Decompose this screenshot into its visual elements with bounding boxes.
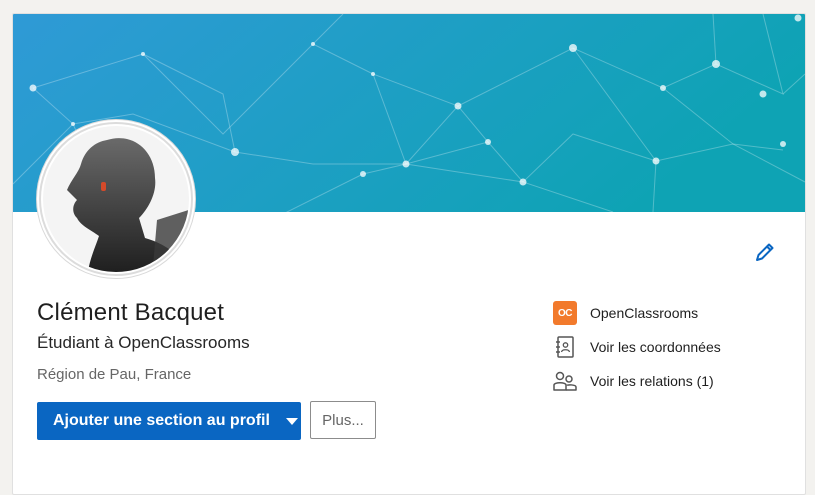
sidebar-item-contact-info[interactable]: Voir les coordonnées	[552, 334, 721, 360]
sidebar-item-company[interactable]: OC OpenClassrooms	[552, 300, 698, 326]
openclassrooms-logo: OC	[553, 301, 577, 325]
sidebar-item-connections[interactable]: Voir les relations (1)	[552, 368, 714, 394]
more-button[interactable]: Plus...	[310, 401, 376, 439]
add-profile-section-button[interactable]: Ajouter une section au profil	[37, 402, 301, 440]
company-logo-wrapper: OC	[552, 300, 578, 326]
profile-card: Clément Bacquet Étudiant à OpenClassroom…	[12, 13, 806, 495]
add-profile-section-label: Ajouter une section au profil	[53, 412, 270, 429]
company-label: OpenClassrooms	[590, 305, 699, 321]
profile-name: Clément Bacquet	[37, 299, 225, 326]
profile-location: Région de Pau, France	[37, 366, 192, 383]
edit-profile-button[interactable]	[751, 238, 779, 266]
contact-info-label: Voir les coordonnées	[590, 339, 721, 355]
people-icon	[552, 368, 578, 394]
address-book-icon	[552, 334, 578, 360]
profile-photo[interactable]	[37, 120, 195, 278]
connections-label: Voir les relations (1)	[590, 373, 714, 389]
avatar-image	[39, 122, 193, 276]
profile-headline: Étudiant à OpenClassrooms	[37, 333, 250, 352]
caret-down-icon	[285, 417, 298, 425]
pencil-icon	[756, 243, 774, 261]
